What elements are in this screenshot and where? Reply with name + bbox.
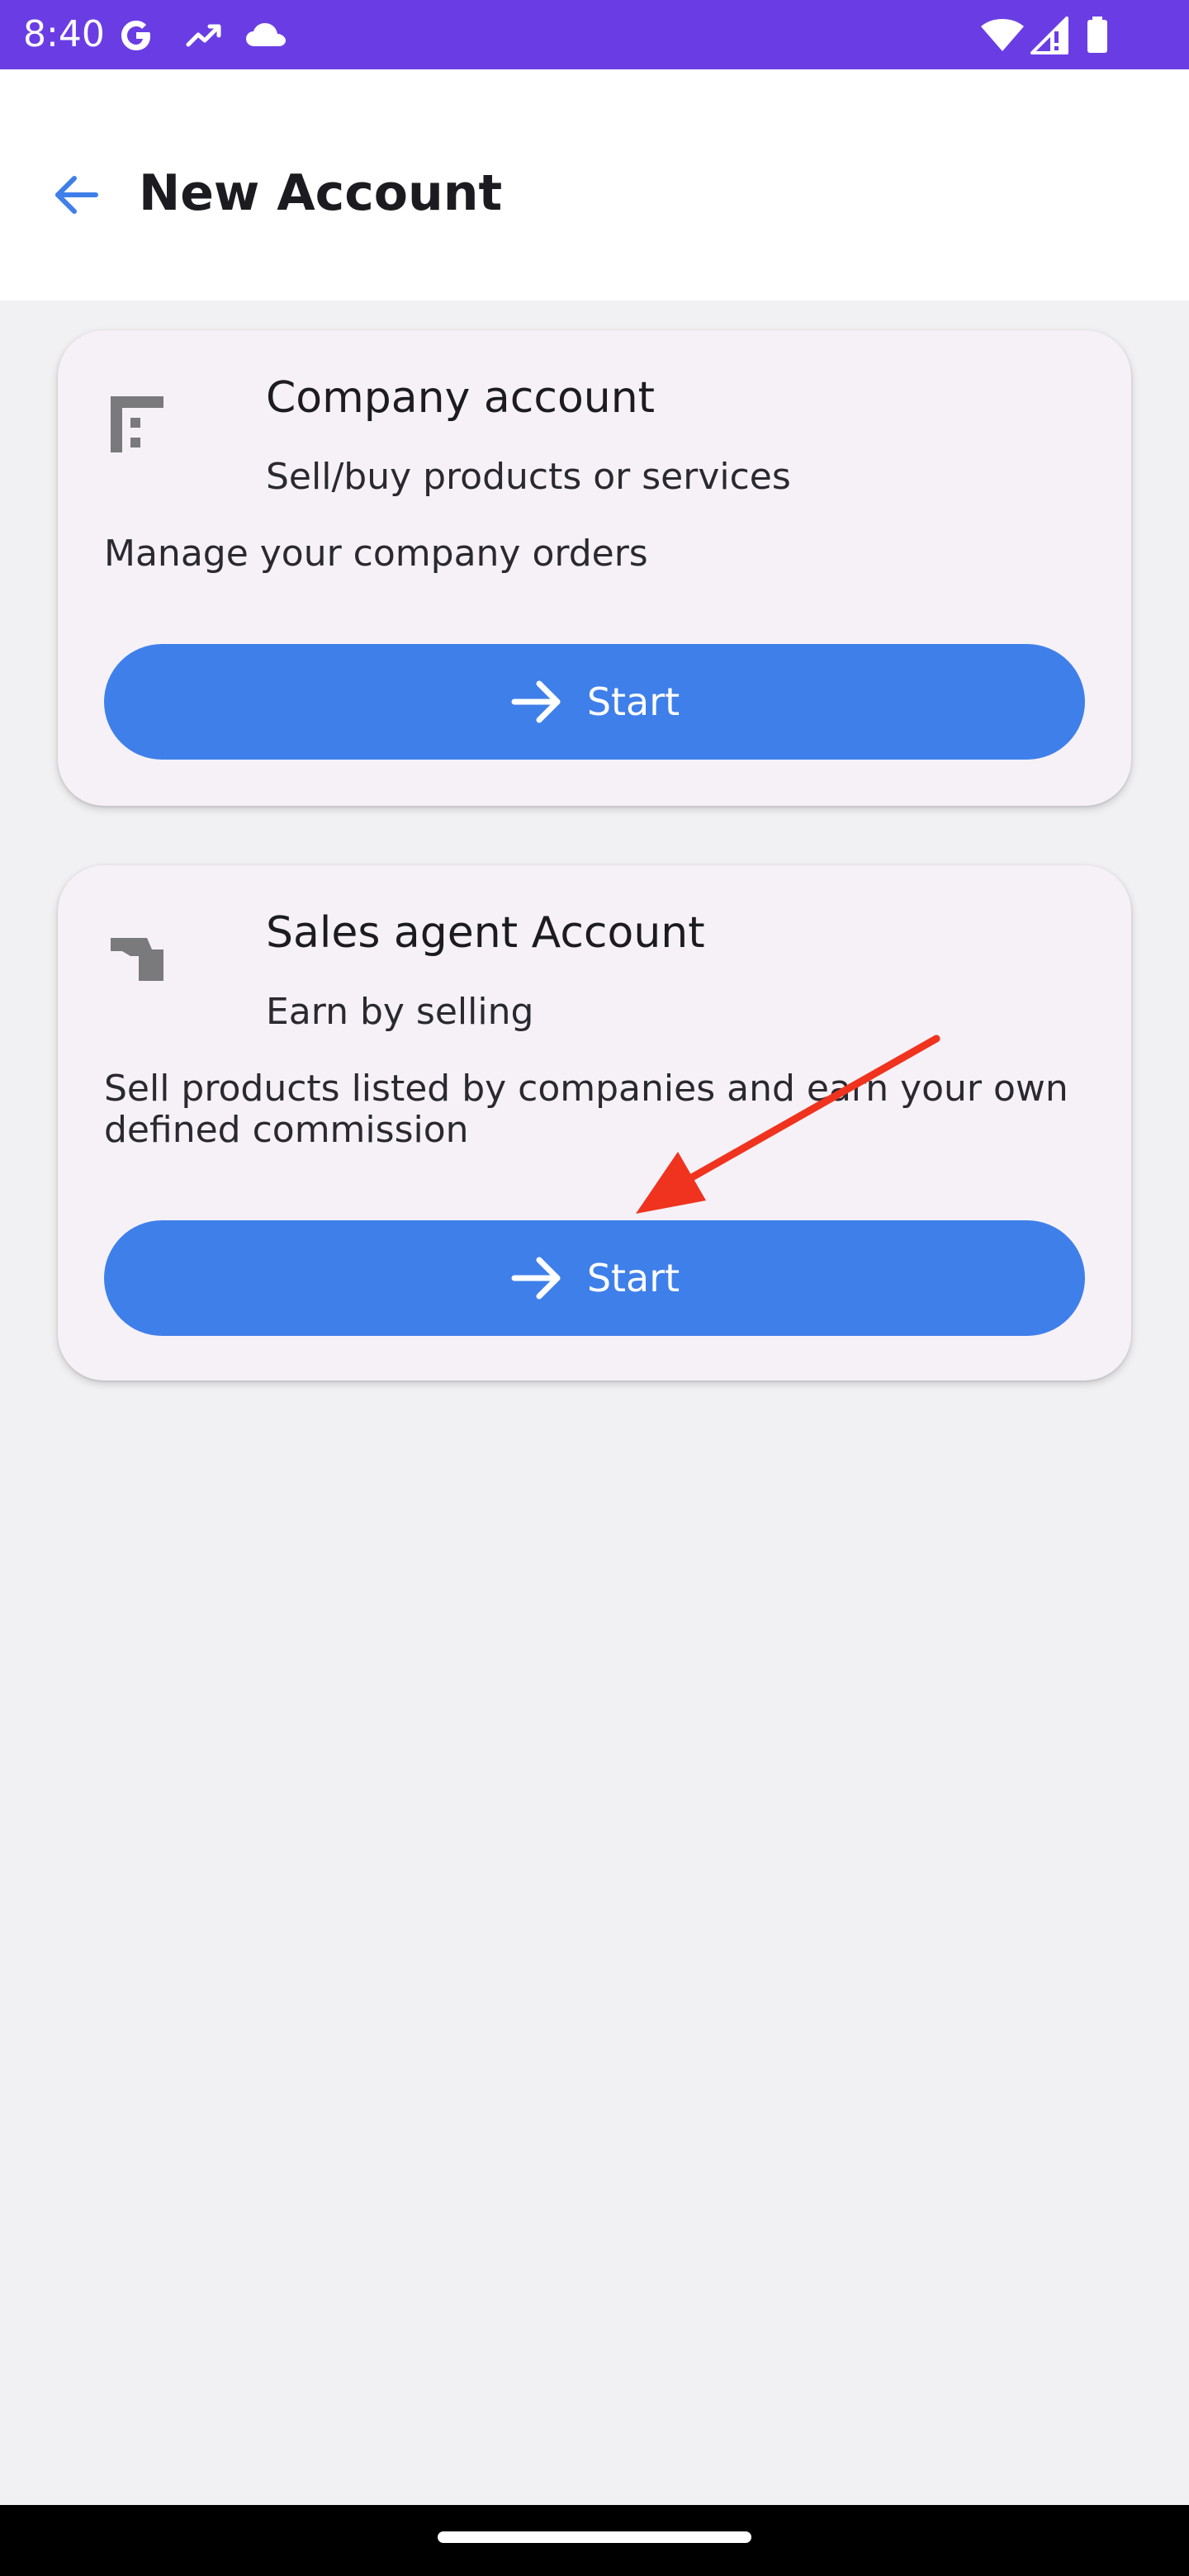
card-subtitle: Sell/buy products or services [266, 456, 791, 498]
start-button-label: Start [586, 680, 680, 724]
building-icon [111, 396, 163, 452]
home-indicator[interactable] [438, 2531, 751, 2543]
card-title: Sales agent Account [266, 908, 705, 958]
card-title: Company account [266, 373, 656, 423]
card-description: Manage your company orders [104, 533, 648, 575]
start-button-label: Start [586, 1256, 680, 1300]
card-subtitle: Earn by selling [266, 991, 534, 1033]
sales-agent-account-card: Sales agent Account Earn by selling Sell… [58, 865, 1131, 1380]
card-description: Sell products listed by companies and ea… [104, 1068, 1068, 1151]
google-g-icon [121, 21, 150, 50]
wifi-icon [981, 19, 1024, 51]
status-bar: 8:40 [0, 0, 1189, 69]
arrow-right-icon [511, 680, 561, 723]
agent-badge-icon [111, 938, 163, 981]
status-time: 8:40 [23, 13, 105, 55]
trending-up-icon [186, 24, 221, 47]
navigation-bar [0, 2505, 1189, 2576]
page-title: New Account [139, 164, 503, 222]
battery-icon [1087, 17, 1107, 53]
arrow-right-icon [511, 1257, 561, 1300]
app-bar: New Account [0, 69, 1189, 301]
company-start-button[interactable]: Start [104, 644, 1085, 760]
sales-agent-start-button[interactable]: Start [104, 1220, 1085, 1336]
cloud-icon [246, 23, 286, 46]
arrow-left-icon [55, 176, 98, 214]
back-button[interactable] [33, 152, 119, 238]
cellular-signal-icon [1030, 17, 1068, 54]
company-account-card: Company account Sell/buy products or ser… [58, 330, 1131, 806]
